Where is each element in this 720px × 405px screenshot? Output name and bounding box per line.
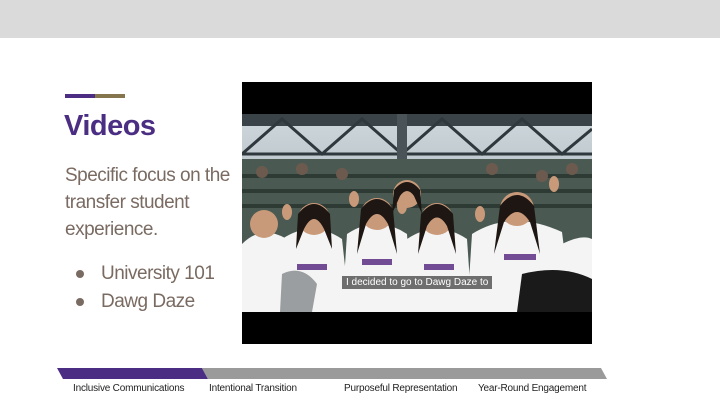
- footer-nav-intentional-transition[interactable]: Intentional Transition: [209, 383, 297, 394]
- slide-title: Videos: [64, 110, 156, 142]
- bullet-dot-icon: [76, 270, 84, 278]
- bottom-bar-inactive-segment: [202, 368, 607, 379]
- bullet-list: University 101 Dawg Daze: [76, 260, 215, 316]
- accent-gold-segment: [95, 94, 125, 98]
- bullet-dot-icon: [76, 298, 84, 306]
- footer-nav-purposeful-representation[interactable]: Purposeful Representation: [344, 383, 458, 394]
- bullet-label: Dawg Daze: [101, 291, 195, 312]
- bottom-bar-active-segment: [57, 368, 208, 379]
- footer-nav: Inclusive Communications Intentional Tra…: [0, 383, 720, 399]
- bottom-progress-bar: [57, 368, 607, 379]
- bullet-item-university-101: University 101: [76, 260, 215, 288]
- footer-nav-inclusive-communications[interactable]: Inclusive Communications: [73, 383, 185, 394]
- slide-body-text: Specific focus on the transfer student e…: [65, 165, 230, 240]
- accent-purple-segment: [65, 94, 95, 98]
- bullet-label: University 101: [101, 263, 215, 284]
- video-player[interactable]: I decided to go to Dawg Daze to: [242, 82, 592, 344]
- video-caption: I decided to go to Dawg Daze to: [342, 276, 493, 289]
- title-accent-line: [65, 94, 125, 98]
- footer-nav-year-round-engagement[interactable]: Year-Round Engagement: [478, 383, 586, 394]
- top-band: [0, 0, 720, 38]
- bullet-item-dawg-daze: Dawg Daze: [76, 288, 214, 316]
